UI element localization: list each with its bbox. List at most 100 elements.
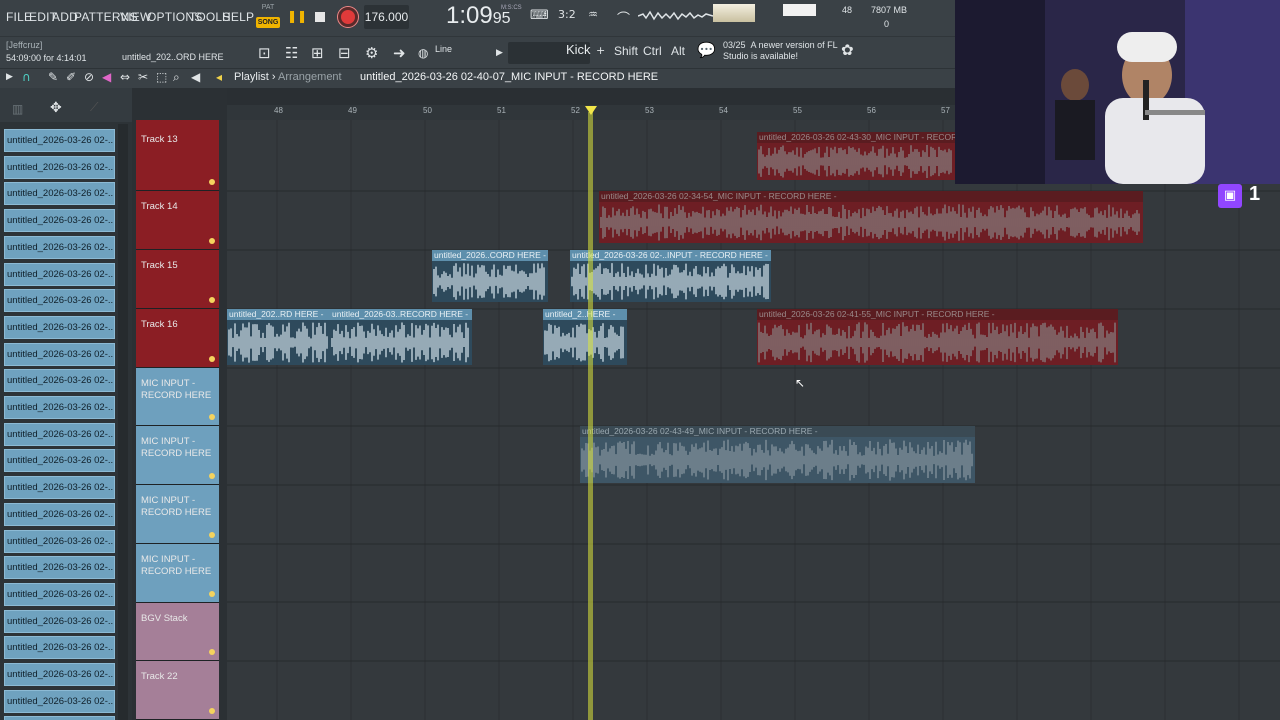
ctrl-key[interactable]: Ctrl bbox=[643, 44, 662, 58]
audio-clip[interactable]: untitled_2026-03-26 02-43-30_MIC INPUT -… bbox=[757, 132, 955, 180]
wait-icon[interactable]: ♒ bbox=[588, 8, 598, 21]
step-icon[interactable]: 3:2 bbox=[558, 8, 576, 21]
news-panel[interactable]: 03/25 A newer version of FL Studio is av… bbox=[723, 40, 843, 62]
pause-button[interactable]: ❚❚ bbox=[287, 9, 307, 25]
clip-list-item[interactable]: untitled_2026-03-26 02-... bbox=[4, 369, 115, 393]
piano-icon[interactable]: ▥ bbox=[12, 102, 23, 116]
track-header[interactable]: MIC INPUT - RECORD HERE bbox=[136, 544, 219, 603]
snap-icon[interactable]: ◍ bbox=[418, 46, 428, 60]
clip-list-item[interactable]: untitled_2026-03-26 02-... bbox=[4, 582, 115, 606]
snap-arrow-icon[interactable]: ▶ bbox=[496, 48, 503, 58]
playlist-icon[interactable]: ☷ bbox=[285, 44, 298, 62]
clip-title[interactable]: untitled_2026-03-26 02-43-30_MIC INPUT -… bbox=[757, 132, 955, 143]
clip-title[interactable]: untitled_2026-03..RECORD HERE - bbox=[330, 309, 472, 320]
audio-clip[interactable]: untitled_2026-03-26 02-41-55_MIC INPUT -… bbox=[757, 309, 1118, 365]
news-icon[interactable]: 💬 bbox=[697, 41, 716, 59]
arrow-right-icon[interactable]: ➜ bbox=[393, 44, 406, 62]
clip-list-item[interactable]: untitled_2026-03-26 02-... bbox=[4, 663, 115, 686]
clip-list-item[interactable]: untitled_2026-03-26 02-... bbox=[4, 476, 115, 500]
draw-tool-icon[interactable]: ✎ bbox=[48, 70, 58, 84]
track-header[interactable]: BGV Stack bbox=[136, 603, 219, 661]
select-tool-icon[interactable]: ⬚ bbox=[156, 70, 167, 84]
clip-list-item[interactable]: untitled_2026-03-26 02-... bbox=[4, 262, 115, 286]
track-name[interactable]: Track 14 bbox=[141, 201, 215, 213]
pat-song-toggle[interactable]: PAT SONG bbox=[256, 4, 280, 30]
piano-roll-icon[interactable]: ⊞ bbox=[311, 44, 324, 62]
track-indicator-dot[interactable] bbox=[209, 708, 215, 714]
clip-list-item[interactable]: untitled_2026-03-26 02-... bbox=[4, 529, 115, 553]
track-name[interactable]: Track 15 bbox=[141, 260, 215, 272]
track-header[interactable]: Track 14 bbox=[136, 191, 219, 250]
alt-key[interactable]: Alt bbox=[671, 44, 685, 58]
magnet-icon[interactable]: ∩ bbox=[22, 70, 31, 84]
track-header[interactable]: MIC INPUT - RECORD HERE bbox=[136, 485, 219, 544]
track-indicator-dot[interactable] bbox=[209, 179, 215, 185]
fl-logo-icon[interactable]: ✿ bbox=[841, 41, 854, 59]
clip-list-item[interactable]: untitled_2026-03-26 02-... bbox=[4, 129, 115, 152]
clip-list-item[interactable]: untitled_2026-03-26 02-... bbox=[4, 396, 115, 419]
clip-title[interactable]: untitled_2026-03-26 02-41-55_MIC INPUT -… bbox=[757, 309, 1118, 320]
clip-list-item[interactable]: untitled_2026-03-26 02-... bbox=[4, 689, 115, 713]
track-name[interactable]: MIC INPUT - RECORD HERE bbox=[141, 554, 215, 578]
clip-list-item[interactable]: untitled_2026-03-26 02-... bbox=[4, 449, 115, 473]
track-name[interactable]: Track 22 bbox=[141, 671, 215, 683]
track-indicator-dot[interactable] bbox=[209, 473, 215, 479]
track-name[interactable]: BGV Stack bbox=[141, 613, 215, 625]
audio-clip[interactable]: untitled_2026..CORD HERE - bbox=[432, 250, 548, 302]
add-pattern-icon[interactable]: + bbox=[596, 44, 605, 57]
clip-title[interactable]: untitled_2026-03-26 02-43-49_MIC INPUT -… bbox=[580, 426, 975, 437]
track-indicator-dot[interactable] bbox=[209, 238, 215, 244]
track-indicator-dot[interactable] bbox=[209, 649, 215, 655]
clip-list-item[interactable]: untitled_2026-03-26 02-... bbox=[4, 235, 115, 259]
clip-list-item[interactable]: untitled_2026-03-26 02-... bbox=[4, 342, 115, 366]
clip-list-item[interactable]: untitled_2026-03-26 02-... bbox=[4, 502, 115, 526]
shift-key[interactable]: Shift bbox=[614, 44, 638, 58]
clip-list-item[interactable]: untitled_2026-03-26 02-... bbox=[4, 422, 115, 446]
track-name[interactable]: MIC INPUT - RECORD HERE bbox=[141, 378, 215, 402]
track-header[interactable]: Track 22 bbox=[136, 661, 219, 720]
audio-clip[interactable]: untitled_2..HERE - bbox=[543, 309, 627, 365]
audio-clip[interactable]: untitled_2026-03-26 02-..INPUT - RECORD … bbox=[570, 250, 771, 302]
zoom-tool-icon[interactable]: ⌕ bbox=[173, 70, 180, 85]
clip-list-item[interactable]: untitled_2026-03-26 02-... bbox=[4, 315, 115, 339]
playhead-marker[interactable] bbox=[585, 106, 597, 115]
clip-list-item[interactable]: untitled_2026-03-26 02-... bbox=[4, 289, 115, 313]
move-icon[interactable]: ✥ bbox=[50, 100, 62, 116]
channel-rack-icon[interactable]: ⊡ bbox=[258, 44, 271, 62]
track-indicator-dot[interactable] bbox=[209, 356, 215, 362]
track-indicator-dot[interactable] bbox=[209, 297, 215, 303]
audio-clip[interactable]: untitled_2026-03-26 02-43-49_MIC INPUT -… bbox=[580, 426, 975, 483]
record-button[interactable] bbox=[338, 7, 358, 27]
play-arrow-icon[interactable]: ▶ bbox=[6, 72, 13, 82]
snap-value[interactable]: Line bbox=[435, 44, 452, 54]
link-icon[interactable]: ⟋ bbox=[90, 100, 98, 115]
clip-list-item[interactable]: untitled_2026-03-26 02-... bbox=[4, 556, 115, 580]
audio-clip[interactable]: untitled_2026-03..RECORD HERE - bbox=[330, 309, 472, 365]
track-indicator-dot[interactable] bbox=[209, 532, 215, 538]
menu-help[interactable]: HELP bbox=[222, 10, 254, 24]
track-name[interactable]: MIC INPUT - RECORD HERE bbox=[141, 495, 215, 519]
track-name[interactable]: Track 16 bbox=[141, 319, 215, 331]
track-name[interactable]: Track 13 bbox=[141, 134, 215, 146]
delete-tool-icon[interactable]: ⊘ bbox=[84, 70, 94, 84]
playhead[interactable] bbox=[588, 112, 593, 720]
tempo-display[interactable]: 176.000 bbox=[364, 5, 409, 29]
clip-list-item[interactable]: untitled_2026-03-26 02-... bbox=[4, 636, 115, 660]
clip-title[interactable]: untitled_2026-03-26 02-34-54_MIC INPUT -… bbox=[599, 191, 1143, 202]
browser-scrollbar[interactable] bbox=[118, 124, 128, 720]
track-header[interactable]: MIC INPUT - RECORD HERE bbox=[136, 368, 219, 426]
paint-tool-icon[interactable]: ✐ bbox=[66, 70, 76, 84]
track-header[interactable]: MIC INPUT - RECORD HERE bbox=[136, 426, 219, 485]
clip-title[interactable]: untitled_202..RD HERE - bbox=[227, 309, 330, 320]
clip-title[interactable]: untitled_2026..CORD HERE - bbox=[432, 250, 548, 261]
clip-title[interactable]: untitled_2026-03-26 02-..INPUT - RECORD … bbox=[570, 250, 771, 261]
pattern-name[interactable]: Kick bbox=[566, 42, 591, 57]
clip-list-item[interactable]: untitled_2026-03-26 02-... bbox=[4, 182, 115, 206]
slice-tool-icon[interactable]: ✂ bbox=[138, 70, 148, 84]
clip-list-item[interactable]: untitled_2026-03-26 02-... bbox=[4, 209, 115, 233]
mute-tool-icon[interactable]: ◀ bbox=[102, 70, 111, 84]
playlist-speaker-icon[interactable]: ◂ bbox=[216, 70, 222, 84]
clip-list-item[interactable]: untitled_2026-03-26 02-... bbox=[4, 155, 115, 179]
metronome-icon[interactable]: ⌒ bbox=[617, 8, 630, 27]
slip-tool-icon[interactable]: ⇔ bbox=[120, 70, 130, 84]
